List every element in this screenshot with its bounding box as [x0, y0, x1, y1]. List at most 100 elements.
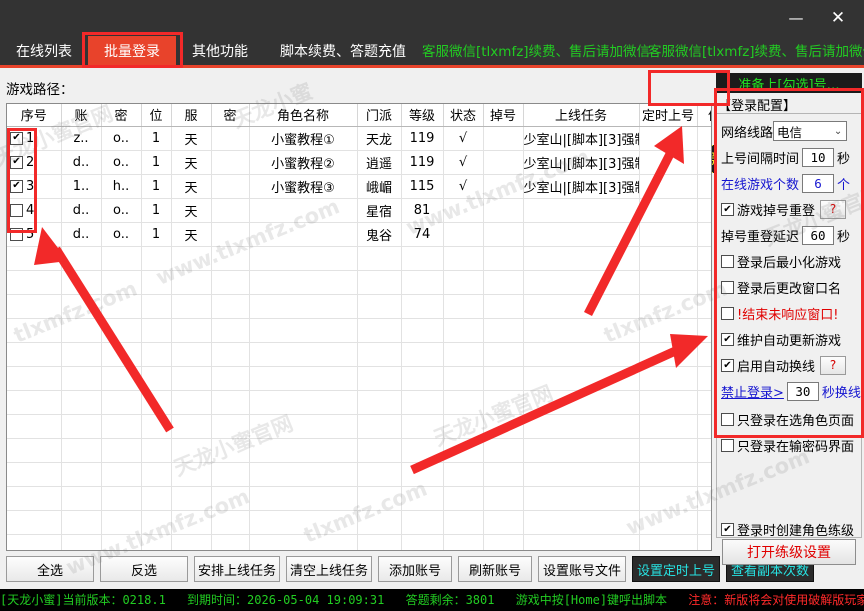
cell-empty — [697, 486, 711, 511]
tab-other-functions[interactable]: 其他功能 — [176, 36, 264, 68]
row-checkbox[interactable] — [10, 227, 23, 241]
relogin-checkbox[interactable] — [721, 202, 734, 216]
create-role-checkbox[interactable] — [721, 522, 734, 536]
app-window: — ✕ 在线列表 批量登录 其他功能 脚本续费、答题充值 客服微信[tlxmfz… — [0, 0, 864, 611]
table-row[interactable]: 4 d.. o.. 1 天 星宿 81 — [7, 198, 711, 223]
cell-pos: 1 — [141, 174, 172, 199]
online-count-input[interactable]: 6 — [802, 173, 835, 193]
relogin-delay-input[interactable]: 60 — [802, 225, 835, 245]
action-button-5[interactable]: 刷新账号 — [458, 556, 532, 582]
table-header-2[interactable]: 密 — [101, 104, 142, 127]
cell-task: 少室山|[脚本][3]强制苏州领双… — [523, 150, 640, 175]
login-interval-input[interactable]: 10 — [802, 147, 835, 167]
cell-timed — [639, 174, 698, 199]
action-button-4[interactable]: 添加账号 — [378, 556, 452, 582]
cell-srv2 — [211, 150, 250, 175]
cell-sect: 峨嵋 — [357, 174, 402, 199]
action-button-7[interactable]: 设置定时上号 — [632, 556, 720, 582]
network-line-select[interactable]: 电信 ⌄ — [773, 121, 848, 141]
cell-empty — [61, 510, 102, 535]
minimize-after-login-checkbox[interactable] — [721, 254, 734, 268]
cell-empty — [697, 390, 711, 415]
cell-empty — [249, 270, 358, 295]
login-config-panel: 准备上[勾选]号… 【登录配置】 网络线路 电信 ⌄ 上号间隔时间 10 秒 在… — [716, 71, 862, 585]
cell-empty — [211, 318, 250, 343]
action-button-6[interactable]: 设置账号文件 — [538, 556, 626, 582]
cell-empty — [7, 318, 62, 343]
table-header-6[interactable]: 角色名称 — [249, 104, 358, 127]
row-checkbox[interactable] — [10, 179, 23, 193]
row-checkbox[interactable] — [10, 155, 23, 169]
action-button-1[interactable]: 反选 — [100, 556, 188, 582]
cell-ban — [697, 198, 711, 223]
action-button-2[interactable]: 安排上线任务 — [194, 556, 280, 582]
kill-unresponsive-checkbox[interactable] — [721, 306, 734, 320]
close-button[interactable]: ✕ — [818, 0, 858, 36]
cell-empty — [523, 438, 640, 463]
cell-empty — [357, 318, 402, 343]
table-header-5[interactable]: 密 — [211, 104, 250, 127]
only-role-page-checkbox[interactable] — [721, 412, 734, 426]
row-checkbox[interactable] — [10, 203, 23, 217]
table-header-1[interactable]: 账 — [61, 104, 102, 127]
tab-online-list[interactable]: 在线列表 — [0, 36, 88, 68]
login-config-title: 【登录配置】 — [718, 99, 797, 114]
cell-empty — [639, 246, 698, 271]
only-role-page-label: 只登录在选角色页面 — [737, 413, 855, 429]
table-header-13[interactable]: 停权 — [697, 104, 711, 127]
cell-empty — [357, 390, 402, 415]
table-header-11[interactable]: 上线任务 — [523, 104, 640, 127]
table-row[interactable]: 1z..o..1天小蜜教程①天龙119√少室山|[脚本][3]强制苏州领双… — [7, 126, 711, 151]
cell-empty — [357, 270, 402, 295]
open-level-settings-button[interactable]: 打开练级设置 — [722, 539, 856, 565]
auto-switch-line-checkbox[interactable] — [721, 358, 734, 372]
cell-srv: 天 — [171, 174, 212, 199]
table-row[interactable]: 2 d..o..1天 小蜜教程②逍遥119√ 少室山|[脚本][3]强制苏州领双… — [7, 150, 711, 175]
cell-empty — [141, 462, 172, 487]
cell-empty — [211, 390, 250, 415]
action-button-3[interactable]: 清空上线任务 — [286, 556, 372, 582]
table-row[interactable]: 5 d.. o.. 1 天 鬼谷 74 — [7, 222, 711, 247]
table-header-0[interactable]: 序号 — [7, 104, 62, 127]
table-header-10[interactable]: 掉号 — [483, 104, 524, 127]
auto-switch-help-icon[interactable]: ? — [820, 355, 847, 375]
cell-empty — [483, 342, 524, 367]
cell-empty — [171, 318, 212, 343]
login-config-body: 网络线路 电信 ⌄ 上号间隔时间 10 秒 在线游戏个数 6 个 游戏掉号重登 … — [716, 113, 862, 539]
minimize-button[interactable]: — — [776, 0, 816, 36]
only-password-page-checkbox[interactable] — [721, 438, 734, 452]
cell-empty — [639, 486, 698, 511]
row-checkbox[interactable] — [10, 131, 23, 145]
cell-empty — [401, 486, 444, 511]
action-button-0[interactable]: 全选 — [6, 556, 94, 582]
rename-window-label: 登录后更改窗口名 — [737, 281, 842, 297]
cell-empty — [357, 510, 402, 535]
cell-empty — [639, 390, 698, 415]
cell-empty — [401, 438, 444, 463]
table-header-9[interactable]: 状态 — [443, 104, 484, 127]
cell-srv: 天 — [171, 150, 212, 175]
accounts-table[interactable]: 序号账密位服密角色名称门派等级状态掉号上线任务定时上号停权 1z..o..1天小… — [6, 103, 712, 551]
cell-empty — [523, 342, 640, 367]
cell-empty — [7, 342, 62, 367]
table-header-3[interactable]: 位 — [141, 104, 172, 127]
table-header-8[interactable]: 等级 — [401, 104, 444, 127]
rename-window-checkbox[interactable] — [721, 280, 734, 294]
tab-script-renewal[interactable]: 脚本续费、答题充值 — [264, 36, 422, 68]
status-hotkey: 游戏中按[Home]键呼出脚本 — [515, 593, 668, 607]
table-header-7[interactable]: 门派 — [357, 104, 402, 127]
cell-timed — [639, 150, 698, 175]
cell-empty — [141, 486, 172, 511]
auto-update-checkbox[interactable] — [721, 332, 734, 346]
cell-empty — [7, 366, 62, 391]
cell-empty — [171, 486, 212, 511]
tab-batch-login[interactable]: 批量登录 — [88, 36, 176, 68]
table-row[interactable]: 3 1..h..1天 小蜜教程③峨嵋115√ 少室山|[脚本][3]强制苏州领双… — [7, 174, 711, 199]
table-header-12[interactable]: 定时上号 — [639, 104, 698, 127]
cell-empty — [483, 366, 524, 391]
forbid-login-input[interactable]: 30 — [786, 381, 819, 401]
cell-empty — [483, 318, 524, 343]
table-header-4[interactable]: 服 — [171, 104, 212, 127]
relogin-help-icon[interactable]: ? — [820, 199, 847, 219]
cell-sect: 鬼谷 — [357, 222, 402, 247]
